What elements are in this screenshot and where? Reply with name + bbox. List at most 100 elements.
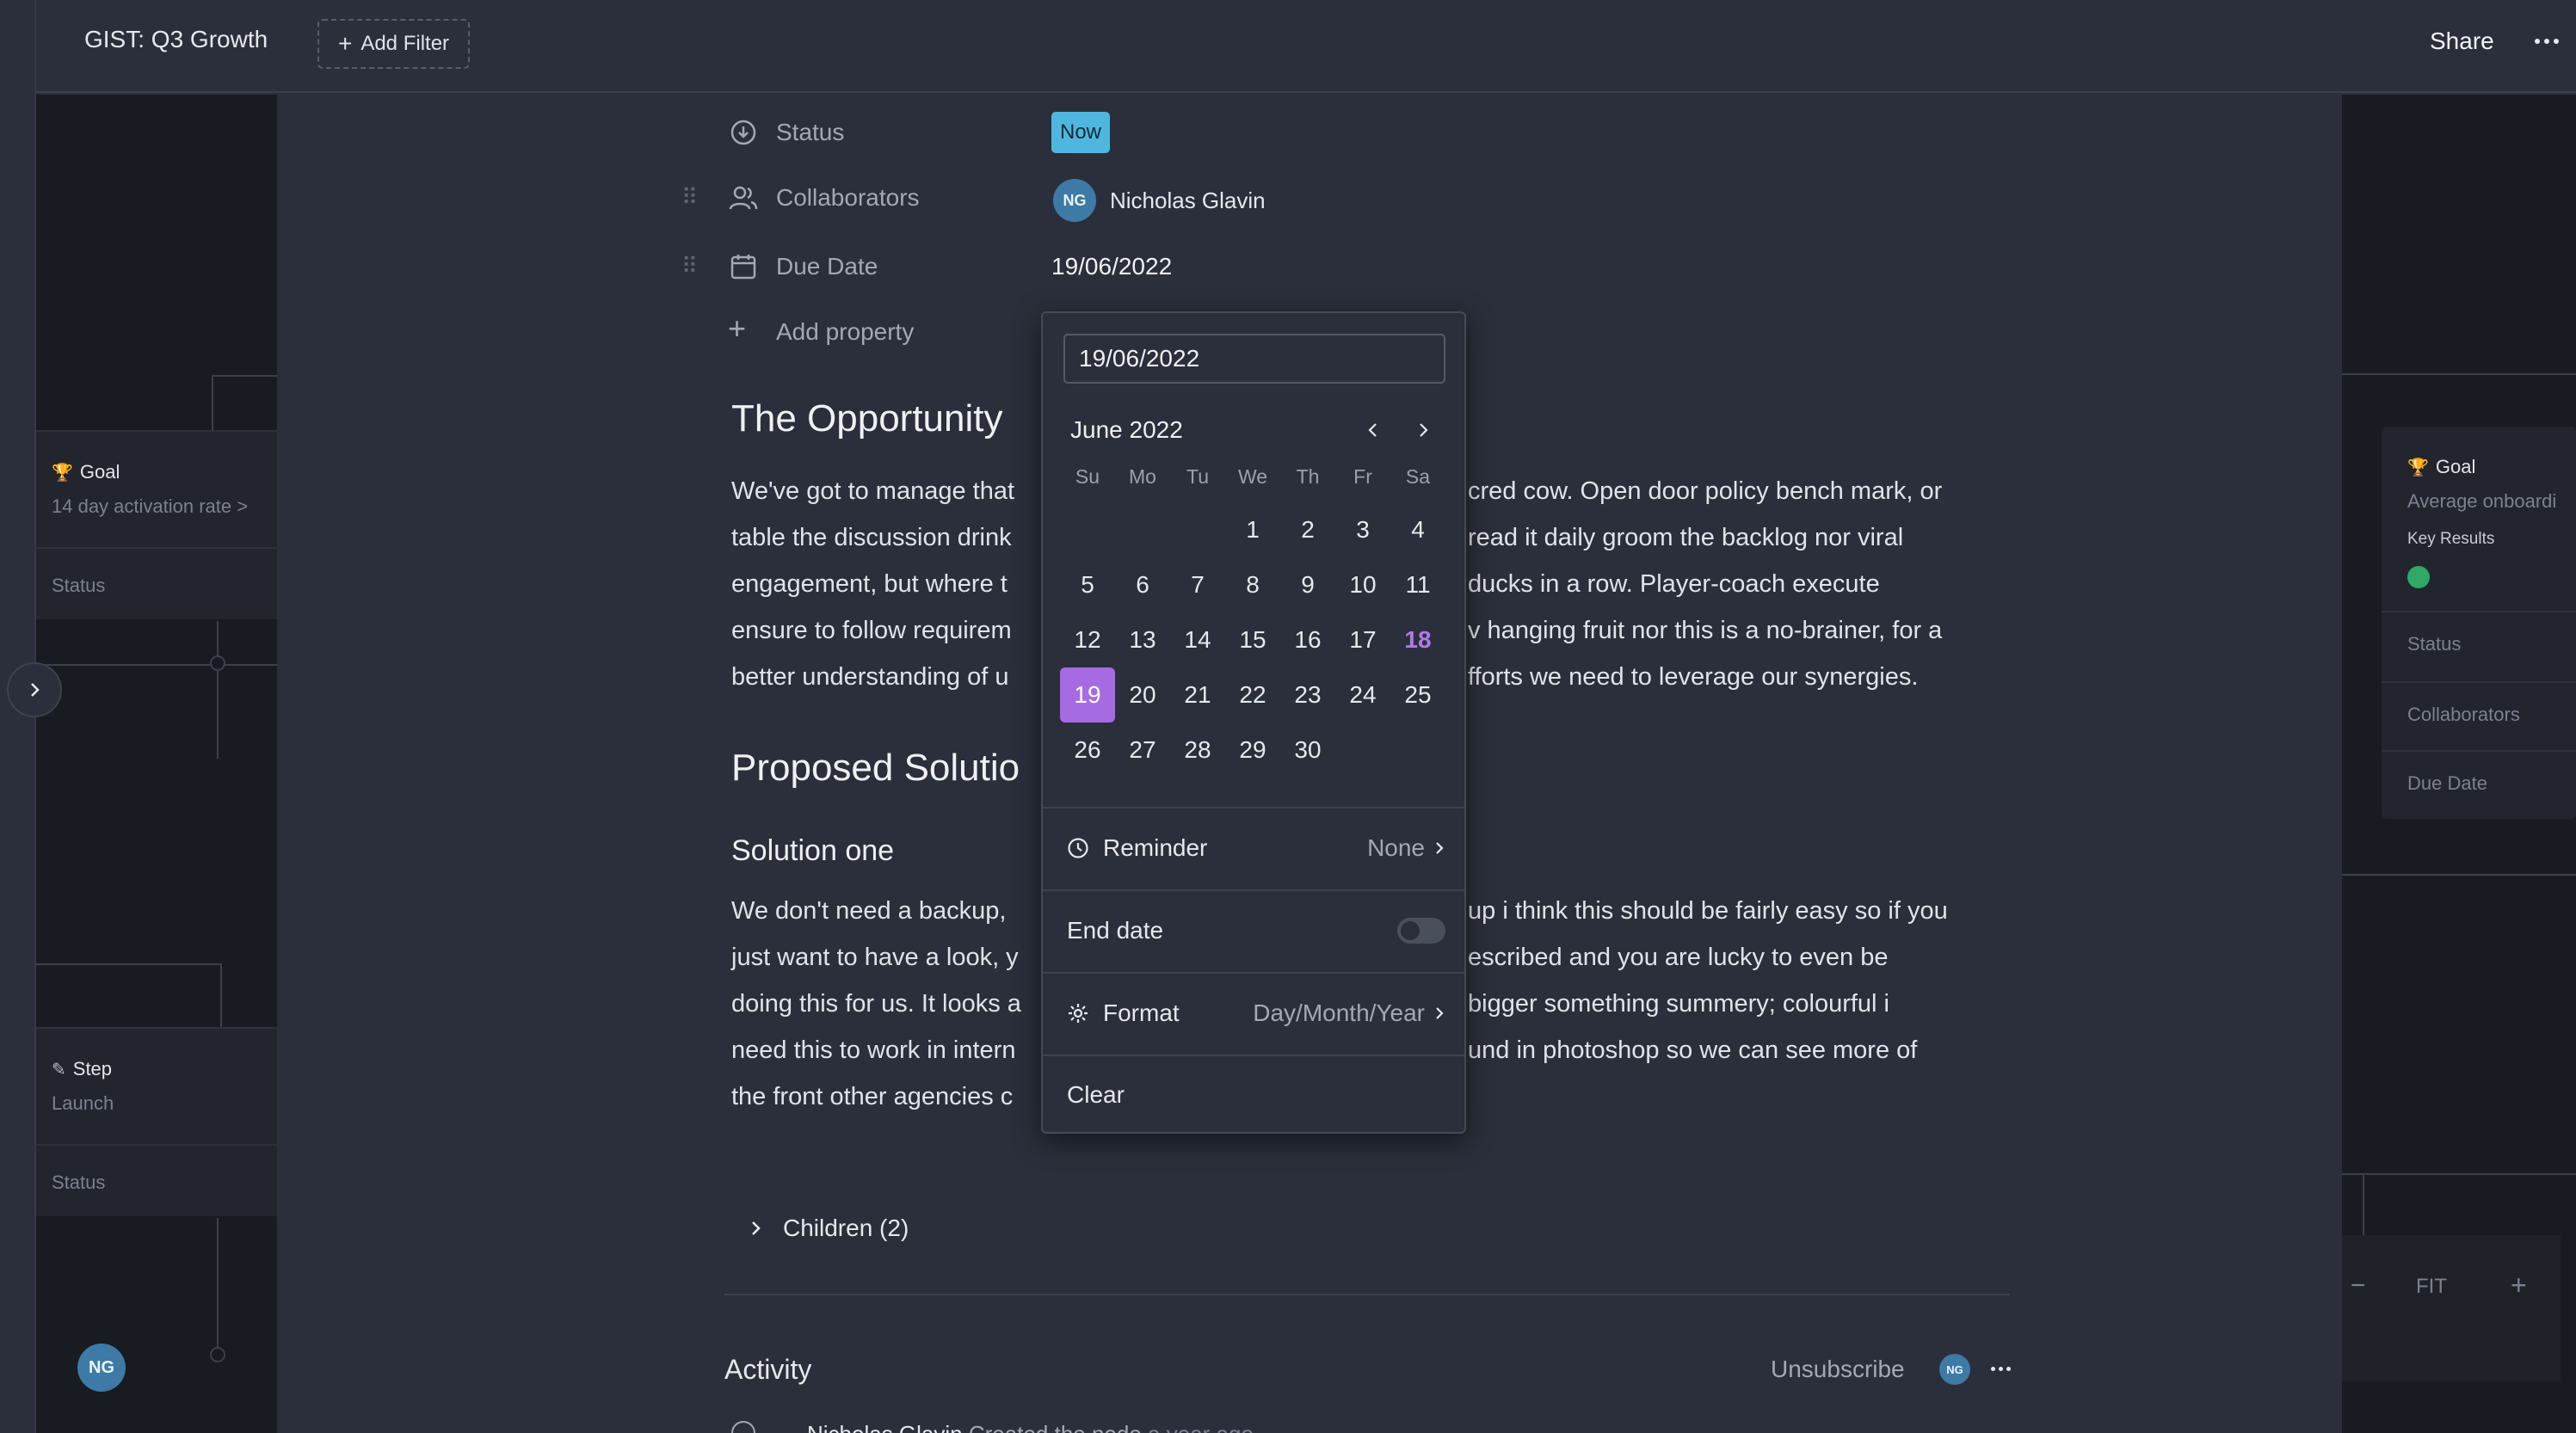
text-line: engagement, but where t [731, 570, 1008, 598]
connector-line [2363, 1175, 2364, 1235]
step-card[interactable]: ✎ Step Launch [36, 1027, 277, 1144]
drag-handle-icon[interactable]: ⠿ [681, 184, 698, 211]
clear-button[interactable]: Clear [1067, 1073, 1445, 1116]
card-subtitle: 14 day activation rate > [52, 495, 249, 517]
collaborators-label: Collaborators [776, 184, 920, 211]
calendar-day[interactable]: 20 [1115, 667, 1170, 723]
zoom-in-button[interactable]: + [2511, 1270, 2527, 1301]
text-line: We don't need a backup, [731, 897, 1007, 925]
next-month-button[interactable] [1408, 415, 1439, 446]
calendar-day[interactable]: 10 [1335, 557, 1390, 612]
weekday-label: Tu [1186, 464, 1209, 488]
activity-more-icon[interactable] [1987, 1356, 2013, 1381]
connector-line [217, 1218, 219, 1356]
collaborator-name[interactable]: Nicholas Glavin [1110, 188, 1266, 214]
connector-node[interactable] [210, 655, 225, 671]
clear-label: Clear [1067, 1081, 1125, 1108]
card-field: Due Date [2407, 772, 2487, 794]
calendar-empty-cell [1060, 502, 1115, 557]
unsubscribe-button[interactable]: Unsubscribe [1771, 1356, 1905, 1383]
card-field: Status [52, 575, 106, 596]
connector-line [2342, 373, 2576, 375]
calendar-day[interactable]: 26 [1060, 723, 1115, 778]
reminder-label: Reminder [1103, 834, 1208, 861]
calendar-empty-cell [1170, 502, 1225, 557]
chevron-right-icon [1436, 842, 1444, 854]
calendar-day[interactable]: 14 [1170, 612, 1225, 667]
calendar-day[interactable]: 8 [1225, 557, 1280, 612]
zoom-fit-button[interactable]: FIT [2416, 1275, 2447, 1299]
calendar-day[interactable]: 7 [1170, 557, 1225, 612]
connector-line [36, 664, 277, 666]
step-card-status[interactable]: Status [36, 1144, 277, 1216]
card-field: Status [52, 1172, 106, 1193]
add-filter-button[interactable]: + Add Filter [317, 19, 470, 69]
status-icon [728, 117, 759, 148]
calendar-day[interactable]: 4 [1390, 502, 1445, 557]
status-badge[interactable]: Now [1051, 112, 1111, 153]
zoom-out-button[interactable]: − [2351, 1271, 2366, 1301]
goal-card[interactable]: 🏆 Goal 14 day activation rate > [36, 430, 277, 547]
avatar[interactable]: NG [77, 1344, 126, 1392]
calendar-day-selected[interactable]: 19 [1060, 667, 1115, 723]
more-options-icon[interactable] [2530, 24, 2564, 58]
goal-card[interactable]: 🏆 Goal Average onboardi Key Results Stat… [2382, 427, 2576, 819]
share-button[interactable]: Share [2430, 28, 2494, 55]
text-line: better understanding of u [731, 663, 1009, 691]
connector-line [2342, 1173, 2576, 1175]
section-heading: Proposed Solutio [731, 747, 1020, 789]
people-icon [728, 182, 759, 213]
calendar-day[interactable]: 28 [1170, 723, 1225, 778]
calendar-day[interactable]: 3 [1335, 502, 1390, 557]
text-line: need this to work in intern [731, 1036, 1016, 1064]
calendar-day-today[interactable]: 18 [1390, 612, 1445, 667]
key-result-indicator [2407, 566, 2430, 588]
calendar-day[interactable]: 22 [1225, 667, 1280, 723]
connector-node[interactable] [210, 1347, 225, 1362]
avatar[interactable]: NG [1053, 179, 1096, 222]
calendar-day[interactable]: 5 [1060, 557, 1115, 612]
section-heading: The Opportunity [731, 397, 1003, 440]
calendar-day[interactable]: 17 [1335, 612, 1390, 667]
children-toggle[interactable]: Children (2) [747, 1215, 909, 1242]
status-label: Status [776, 119, 845, 145]
prev-month-button[interactable] [1358, 415, 1389, 446]
add-property-button[interactable]: Add property [776, 318, 914, 346]
calendar-day[interactable]: 12 [1060, 612, 1115, 667]
calendar-day[interactable]: 13 [1115, 612, 1170, 667]
calendar-day[interactable]: 21 [1170, 667, 1225, 723]
calendar-day[interactable]: 9 [1280, 557, 1335, 612]
reminder-row[interactable]: Reminder None [1067, 827, 1445, 870]
avatar: NG [1939, 1354, 1970, 1385]
calendar-day[interactable]: 6 [1115, 557, 1170, 612]
activity-action: Created the node [969, 1421, 1142, 1433]
drag-handle-icon[interactable]: ⠿ [681, 253, 698, 280]
calendar-day[interactable]: 30 [1280, 723, 1335, 778]
calendar-day[interactable]: 2 [1280, 502, 1335, 557]
calendar-day[interactable]: 23 [1280, 667, 1335, 723]
calendar-day[interactable]: 1 [1225, 502, 1280, 557]
end-date-row: End date [1067, 909, 1445, 952]
calendar-day[interactable]: 15 [1225, 612, 1280, 667]
calendar-day[interactable]: 27 [1115, 723, 1170, 778]
plus-icon: + [337, 30, 353, 57]
text-line: ensure to follow requirem [731, 617, 1012, 644]
due-date-value[interactable]: 19/06/2022 [1051, 253, 1172, 280]
date-input[interactable] [1063, 334, 1445, 384]
calendar-day[interactable]: 11 [1390, 557, 1445, 612]
text-line: table the discussion drink [731, 524, 1012, 551]
format-row[interactable]: Format Day/Month/Year [1067, 992, 1445, 1035]
format-value: Day/Month/Year [1253, 999, 1425, 1026]
chevron-left-icon [1368, 423, 1377, 437]
end-date-toggle[interactable] [1397, 918, 1445, 944]
calendar-empty-cell [1335, 723, 1390, 778]
calendar-day[interactable]: 16 [1280, 612, 1335, 667]
calendar-day[interactable]: 29 [1225, 723, 1280, 778]
calendar-day[interactable]: 24 [1335, 667, 1390, 723]
goal-card-status[interactable]: Status [36, 547, 277, 619]
due-date-label: Due Date [776, 253, 878, 280]
text-line: ducks in a row. Player-coach execute [1468, 570, 1880, 598]
calendar-day[interactable]: 25 [1390, 667, 1445, 723]
weekday-label: Mo [1129, 464, 1156, 488]
expand-sidebar-button[interactable] [7, 662, 62, 717]
